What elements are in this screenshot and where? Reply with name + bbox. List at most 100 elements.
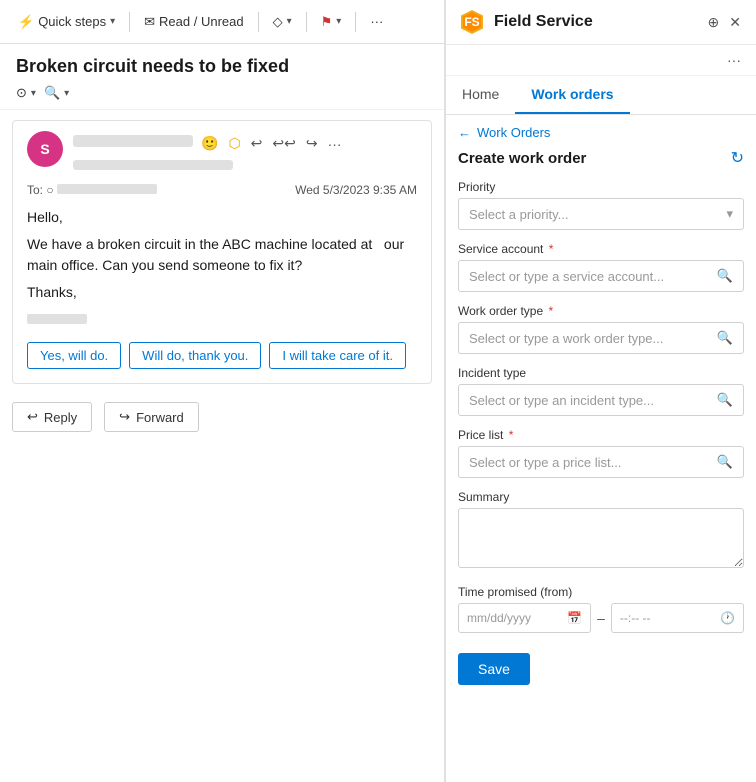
price-list-placeholder: Select or type a price list... (469, 455, 621, 470)
forward-label: Forward (136, 410, 184, 425)
suggested-reply-1[interactable]: Yes, will do. (27, 342, 121, 369)
close-panel-button[interactable]: ✕ (726, 11, 744, 34)
priority-chevron-icon: ▾ (726, 206, 733, 222)
save-button[interactable]: Save (458, 653, 530, 685)
price-list-search-icon: 🔍 (717, 454, 733, 470)
back-nav[interactable]: ← Work Orders (458, 125, 744, 140)
priority-field: Priority Select a priority... ▾ (458, 180, 744, 230)
reply-arrow-icon: ↩ (27, 409, 38, 425)
email-body-text: Hello, We have a broken circuit in the A… (27, 207, 417, 330)
work-order-type-field: Work order type * Select or type a work … (458, 304, 744, 354)
email-from-block: 🙂 ⬡ ↩ ↩↩ ↪ ··· (73, 131, 417, 175)
work-order-type-input[interactable]: Select or type a work order type... 🔍 (458, 322, 744, 354)
tab-work-orders[interactable]: Work orders (515, 76, 629, 114)
time-promised-field: Time promised (from) mm/dd/yyyy 📅 – --:-… (458, 585, 744, 633)
clock-icon: 🕐 (720, 611, 735, 625)
reply-label: Reply (44, 410, 77, 425)
email-action-icons: 🙂 ⬡ ↩ ↩↩ ↪ ··· (199, 133, 344, 154)
reply-icon-button[interactable]: ↩ (249, 133, 265, 154)
incident-type-search-icon: 🔍 (717, 392, 733, 408)
service-account-search-icon: 🔍 (717, 268, 733, 284)
more-email-button[interactable]: ··· (326, 134, 344, 154)
tag-button[interactable]: ◇ ▾ (265, 10, 300, 34)
quick-steps-label: Quick steps (38, 14, 106, 29)
price-list-input[interactable]: Select or type a price list... 🔍 (458, 446, 744, 478)
search-chevron: ▾ (64, 88, 69, 99)
summary-field: Summary (458, 490, 744, 573)
more-panel-button[interactable]: ··· (724, 49, 744, 71)
email-footer-actions: ↩ Reply ↪ Forward (0, 394, 444, 440)
tag-icon: ◇ (273, 14, 283, 30)
date-placeholder: mm/dd/yyyy (467, 611, 531, 625)
time-promised-row: mm/dd/yyyy 📅 – --:-- -- 🕐 (458, 603, 744, 633)
service-account-input[interactable]: Select or type a service account... 🔍 (458, 260, 744, 292)
email-thanks: Thanks, (27, 282, 417, 303)
emoji-button[interactable]: 🙂 (199, 133, 220, 154)
email-header: Broken circuit needs to be fixed ⊙ ▾ 🔍 ▾ (0, 44, 444, 110)
toolbar-divider-4 (355, 12, 356, 32)
price-list-label: Price list * (458, 428, 744, 442)
envelope-icon: ✉ (144, 14, 155, 30)
avatar: S (27, 131, 63, 167)
email-card: S 🙂 ⬡ ↩ ↩↩ ↪ ··· (12, 120, 432, 384)
sender-name-footer-blurred (27, 314, 87, 324)
read-unread-button[interactable]: ✉ Read / Unread (136, 10, 251, 34)
back-label: Work Orders (477, 125, 550, 140)
section-title-row: Create work order ↻ (458, 148, 744, 168)
suggested-replies: Yes, will do. Will do, thank you. I will… (27, 342, 417, 369)
email-toolbar: ⚡ Quick steps ▾ ✉ Read / Unread ◇ ▾ ⚑ ▾ … (0, 0, 444, 44)
service-account-field: Service account * Select or type a servi… (458, 242, 744, 292)
suggested-reply-2[interactable]: Will do, thank you. (129, 342, 261, 369)
search-icon: 🔍 (44, 85, 60, 101)
right-content: ← Work Orders Create work order ↻ Priori… (446, 115, 756, 782)
priority-select-inner: Select a priority... ▾ (469, 206, 733, 222)
email-sender-blurred (27, 309, 417, 330)
time-input[interactable]: --:-- -- 🕐 (611, 603, 744, 633)
service-account-required: * (549, 242, 554, 256)
suggested-reply-3[interactable]: I will take care of it. (269, 342, 406, 369)
summary-textarea[interactable] (458, 508, 744, 568)
to-label: To: ○ (27, 183, 157, 197)
email-date: Wed 5/3/2023 9:35 AM (295, 183, 417, 197)
tab-home[interactable]: Home (446, 76, 515, 114)
calendar-icon: 📅 (567, 611, 582, 625)
reward-button[interactable]: ⬡ (226, 133, 242, 154)
priority-label: Priority (458, 180, 744, 194)
incident-type-field: Incident type Select or type an incident… (458, 366, 744, 416)
toolbar-divider-1 (129, 12, 130, 32)
read-unread-label: Read / Unread (159, 14, 244, 29)
right-header-actions: ⊕ ✕ (705, 11, 744, 34)
work-order-type-placeholder: Select or type a work order type... (469, 331, 663, 346)
more-toolbar-button[interactable]: ··· (362, 10, 391, 33)
right-header: FS Field Service ⊕ ✕ (446, 0, 756, 45)
incident-type-input[interactable]: Select or type an incident type... 🔍 (458, 384, 744, 416)
service-account-label: Service account * (458, 242, 744, 256)
reply-all-button[interactable]: ↩↩ (270, 133, 297, 154)
reply-button[interactable]: ↩ Reply (12, 402, 92, 432)
flag-button[interactable]: ⚑ ▾ (313, 10, 350, 34)
tag-small-icon: ⊙ (16, 85, 27, 101)
pin-button[interactable]: ⊕ (705, 11, 723, 34)
date-input[interactable]: mm/dd/yyyy 📅 (458, 603, 591, 633)
price-list-required: * (509, 428, 514, 442)
toolbar-divider-3 (306, 12, 307, 32)
search-email-button[interactable]: 🔍 ▾ (44, 85, 69, 101)
email-greeting: Hello, (27, 207, 417, 228)
left-panel: ⚡ Quick steps ▾ ✉ Read / Unread ◇ ▾ ⚑ ▾ … (0, 0, 445, 782)
form-title: Create work order (458, 150, 586, 167)
right-panel-title: Field Service (494, 13, 705, 31)
email-content: We have a broken circuit in the ABC mach… (27, 234, 417, 276)
work-order-type-label: Work order type * (458, 304, 744, 318)
refresh-button[interactable]: ↻ (731, 148, 744, 168)
time-dash: – (597, 610, 605, 626)
forward-icon-button[interactable]: ↪ (304, 133, 320, 154)
tag-email-button[interactable]: ⊙ ▾ (16, 85, 36, 101)
forward-button[interactable]: ↪ Forward (104, 402, 199, 432)
right-nav-tabs: Home Work orders (446, 76, 756, 115)
priority-select[interactable]: Select a priority... ▾ (458, 198, 744, 230)
service-account-placeholder: Select or type a service account... (469, 269, 664, 284)
quick-steps-button[interactable]: ⚡ Quick steps ▾ (10, 10, 123, 34)
lightning-icon: ⚡ (18, 14, 34, 30)
tag-chevron: ▾ (287, 16, 292, 27)
work-order-type-search-icon: 🔍 (717, 330, 733, 346)
